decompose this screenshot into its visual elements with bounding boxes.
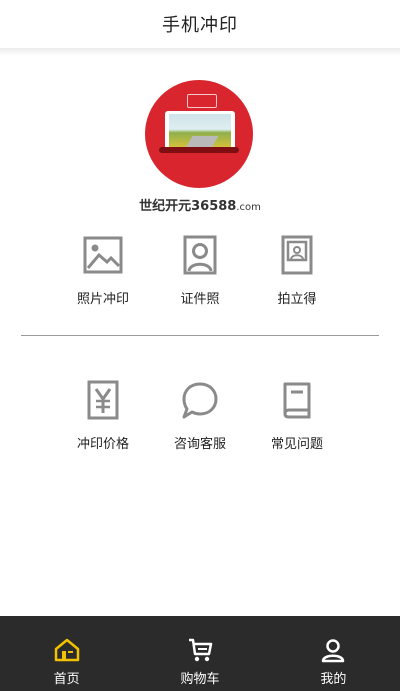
app-header: 手机冲印 (0, 0, 400, 48)
service-id-photo[interactable]: 证件照 (155, 235, 245, 307)
brand-name: 世纪开元36588.com (0, 195, 400, 214)
header-shadow (0, 48, 400, 56)
chat-bubble-icon (180, 380, 220, 420)
section-divider (21, 335, 379, 336)
portrait-icon (180, 235, 220, 275)
service-label: 证件照 (180, 292, 220, 307)
nav-label: 首页 (53, 672, 80, 687)
service-label: 咨询客服 (173, 437, 226, 452)
nav-label: 我的 (320, 672, 347, 687)
service-print-price[interactable]: 冲印价格 (58, 380, 148, 452)
service-photo-print[interactable]: 照片冲印 (58, 235, 148, 307)
bottom-nav: 首页 购物车 我的 (0, 616, 400, 691)
service-label: 常见问题 (270, 437, 323, 452)
printer-logo-icon (145, 80, 253, 188)
nav-profile[interactable]: 我的 (267, 616, 400, 691)
user-icon (319, 636, 347, 664)
brand-logo (145, 80, 253, 188)
home-icon (53, 636, 81, 664)
nav-cart[interactable]: 购物车 (133, 616, 266, 691)
book-icon (277, 380, 317, 420)
page-title: 手机冲印 (162, 15, 238, 36)
brand-number: 36588 (191, 199, 237, 214)
service-customer-support[interactable]: 咨询客服 (155, 380, 245, 452)
service-label: 照片冲印 (76, 292, 129, 307)
paper-slot (159, 147, 239, 153)
service-label: 冲印价格 (76, 437, 129, 452)
yen-price-icon (83, 380, 123, 420)
cart-icon (186, 636, 214, 664)
picture-icon (83, 235, 123, 275)
nav-label: 购物车 (180, 672, 220, 687)
service-instant-photo[interactable]: 拍立得 (252, 235, 342, 307)
brand-chinese-name: 世纪开元 (139, 199, 192, 214)
service-label: 拍立得 (277, 292, 317, 307)
service-faq[interactable]: 常见问题 (252, 380, 342, 452)
instant-photo-icon (277, 235, 317, 275)
photo-print (165, 111, 235, 151)
brand-domain: .com (236, 202, 261, 213)
printer-top (187, 94, 217, 108)
nav-home[interactable]: 首页 (0, 616, 133, 691)
